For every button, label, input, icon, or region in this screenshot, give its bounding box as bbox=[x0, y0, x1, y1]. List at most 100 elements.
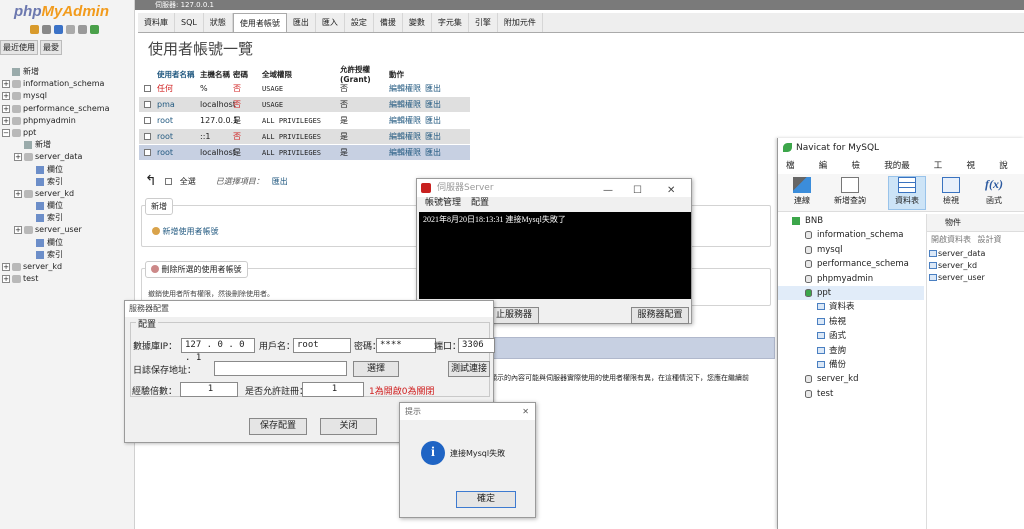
password-input[interactable]: **** bbox=[376, 338, 436, 353]
row-checkbox[interactable] bbox=[144, 85, 151, 92]
close-icon[interactable]: ✕ bbox=[667, 182, 675, 200]
tip-titlebar[interactable]: 提示 ✕ bbox=[400, 403, 535, 420]
nav-tree-item[interactable]: + mysql bbox=[0, 90, 135, 102]
nav-tree-item[interactable]: + server_kd bbox=[0, 261, 135, 273]
tab-10[interactable]: 引擎 bbox=[469, 13, 498, 32]
menu-item[interactable]: 檔案 bbox=[778, 158, 811, 187]
nav-tree-item[interactable]: 新增 bbox=[0, 66, 135, 78]
tab-11[interactable]: 附加元件 bbox=[498, 13, 543, 32]
collapse-icon[interactable]: − bbox=[2, 128, 10, 137]
save-config-button[interactable]: 保存配置 bbox=[249, 418, 307, 435]
expand-icon[interactable]: + bbox=[2, 80, 10, 89]
row-checkbox[interactable] bbox=[144, 149, 151, 156]
tab-9[interactable]: 字元集 bbox=[432, 13, 469, 32]
connection-tree-item[interactable]: 查詢 bbox=[778, 344, 924, 358]
selected-export-link[interactable]: 匯出 bbox=[272, 176, 288, 187]
minimize-icon[interactable]: — bbox=[603, 182, 613, 200]
tab-6[interactable]: 設定 bbox=[345, 13, 374, 32]
check-all-label[interactable]: 全選 bbox=[180, 176, 196, 187]
tip-close-icon[interactable]: ✕ bbox=[522, 403, 529, 420]
nav-tree-item[interactable]: 索引 bbox=[0, 212, 135, 224]
objects-tab[interactable]: 物件 bbox=[927, 214, 1024, 232]
nav-tree-item[interactable]: + test bbox=[0, 273, 135, 285]
tab-4[interactable]: 匯出 bbox=[287, 13, 316, 32]
menu-item[interactable]: 工具 bbox=[926, 158, 959, 187]
nav-tree-item[interactable]: 新增 bbox=[0, 139, 135, 151]
server-config-button[interactable]: 服務器配置 bbox=[631, 307, 689, 324]
connection-button[interactable]: 連線 bbox=[786, 177, 818, 206]
export-link[interactable]: 匯出 bbox=[425, 131, 441, 142]
tab-7[interactable]: 備援 bbox=[374, 13, 403, 32]
db-ip-input[interactable]: 127 . 0 . 0 . 1 bbox=[181, 338, 255, 363]
username-input[interactable]: root bbox=[293, 338, 351, 353]
expand-icon[interactable]: + bbox=[2, 104, 10, 113]
reload-icon[interactable] bbox=[90, 25, 99, 34]
edit-privileges-link[interactable]: 編輯權限 bbox=[389, 115, 421, 126]
menu-item[interactable]: 我的最愛 bbox=[876, 158, 925, 187]
nav-tree-item[interactable]: + information_schema bbox=[0, 78, 135, 90]
connection-tree-item[interactable]: 函式 bbox=[778, 329, 924, 343]
row-checkbox[interactable] bbox=[144, 101, 151, 108]
expand-icon[interactable]: + bbox=[14, 189, 22, 198]
ok-button[interactable]: 確定 bbox=[456, 491, 516, 508]
connection-tree-item[interactable]: phpmyadmin bbox=[778, 272, 924, 286]
expand-icon[interactable]: + bbox=[14, 226, 22, 235]
test-connection-button[interactable]: 測試連接 bbox=[448, 361, 490, 377]
menu-config[interactable]: 配置 bbox=[471, 197, 489, 209]
design-table-button[interactable]: 設計資 bbox=[978, 235, 1002, 244]
connection-tree-item[interactable]: information_schema bbox=[778, 228, 924, 242]
nav-tree-item[interactable]: 索引 bbox=[0, 249, 135, 261]
nav-tree-item[interactable]: + server_kd bbox=[0, 188, 135, 200]
tab-0[interactable]: 資料庫 bbox=[138, 13, 175, 32]
connection-tree-item[interactable]: ppt bbox=[778, 285, 924, 301]
remove-legend[interactable]: 刪除所選的使用者帳號 bbox=[145, 261, 248, 278]
connection-tree-item[interactable]: BNB bbox=[778, 214, 924, 228]
menu-item[interactable]: 視窗 bbox=[958, 158, 991, 187]
add-user-link[interactable]: 新增使用者帳號 bbox=[152, 226, 219, 237]
functions-button[interactable]: f(x) 函式 bbox=[978, 177, 1010, 206]
home-icon[interactable] bbox=[30, 25, 39, 34]
expand-icon[interactable]: + bbox=[2, 116, 10, 125]
views-button[interactable]: 檢視 bbox=[935, 177, 967, 206]
connection-tree-item[interactable]: server_kd bbox=[778, 372, 924, 386]
nav-tree-item[interactable]: + server_user bbox=[0, 224, 135, 236]
edit-privileges-link[interactable]: 編輯權限 bbox=[389, 83, 421, 94]
nav-tree-item[interactable]: 欄位 bbox=[0, 200, 135, 212]
object-item[interactable]: server_data bbox=[927, 248, 1024, 260]
maximize-icon[interactable]: ☐ bbox=[633, 182, 642, 200]
check-all-checkbox[interactable] bbox=[164, 177, 172, 185]
tab-recent[interactable]: 最近使用 bbox=[0, 40, 38, 55]
stop-server-button[interactable]: 止服務器 bbox=[489, 307, 539, 324]
export-link[interactable]: 匯出 bbox=[425, 99, 441, 110]
connection-tree-item[interactable]: 檢視 bbox=[778, 315, 924, 329]
tab-1[interactable]: SQL bbox=[175, 13, 204, 32]
menu-item[interactable]: 檢視 bbox=[844, 158, 877, 187]
row-checkbox[interactable] bbox=[144, 133, 151, 140]
logout-icon[interactable] bbox=[42, 25, 51, 34]
object-item[interactable]: server_kd bbox=[927, 260, 1024, 272]
port-input[interactable]: 3306 bbox=[458, 338, 495, 353]
exp-multiplier-input[interactable]: 1 bbox=[180, 382, 238, 397]
nav-tree-item[interactable]: − ppt bbox=[0, 127, 135, 139]
expand-icon[interactable]: + bbox=[2, 263, 10, 271]
nav-tree-item[interactable]: 欄位 bbox=[0, 237, 135, 249]
log-path-input[interactable] bbox=[214, 361, 347, 376]
connection-tree-item[interactable]: 資料表 bbox=[778, 300, 924, 314]
menu-account[interactable]: 帳號管理 bbox=[425, 197, 461, 209]
edit-privileges-link[interactable]: 編輯權限 bbox=[389, 99, 421, 110]
config-titlebar[interactable]: 服務器配置 bbox=[125, 301, 493, 317]
edit-privileges-link[interactable]: 編輯權限 bbox=[389, 131, 421, 142]
tab-2[interactable]: 狀態 bbox=[204, 13, 233, 32]
menu-item[interactable]: 編輯 bbox=[811, 158, 844, 187]
expand-icon[interactable]: + bbox=[2, 92, 10, 101]
tab-3[interactable]: 使用者帳號 bbox=[232, 13, 287, 32]
close-config-button[interactable]: 关闭 bbox=[320, 418, 377, 435]
connection-tree-item[interactable]: performance_schema bbox=[778, 257, 924, 271]
edit-privileges-link[interactable]: 編輯權限 bbox=[389, 147, 421, 158]
open-table-button[interactable]: 開啟資料表 bbox=[931, 235, 971, 244]
server-breadcrumb[interactable]: 伺服器: 127.0.0.1 bbox=[135, 0, 1024, 10]
allow-register-input[interactable]: 1 bbox=[302, 382, 364, 397]
tab-favorites[interactable]: 最愛 bbox=[40, 40, 62, 55]
new-query-button[interactable]: 新增查詢 bbox=[828, 177, 872, 206]
tables-button[interactable]: 資料表 bbox=[888, 176, 926, 210]
